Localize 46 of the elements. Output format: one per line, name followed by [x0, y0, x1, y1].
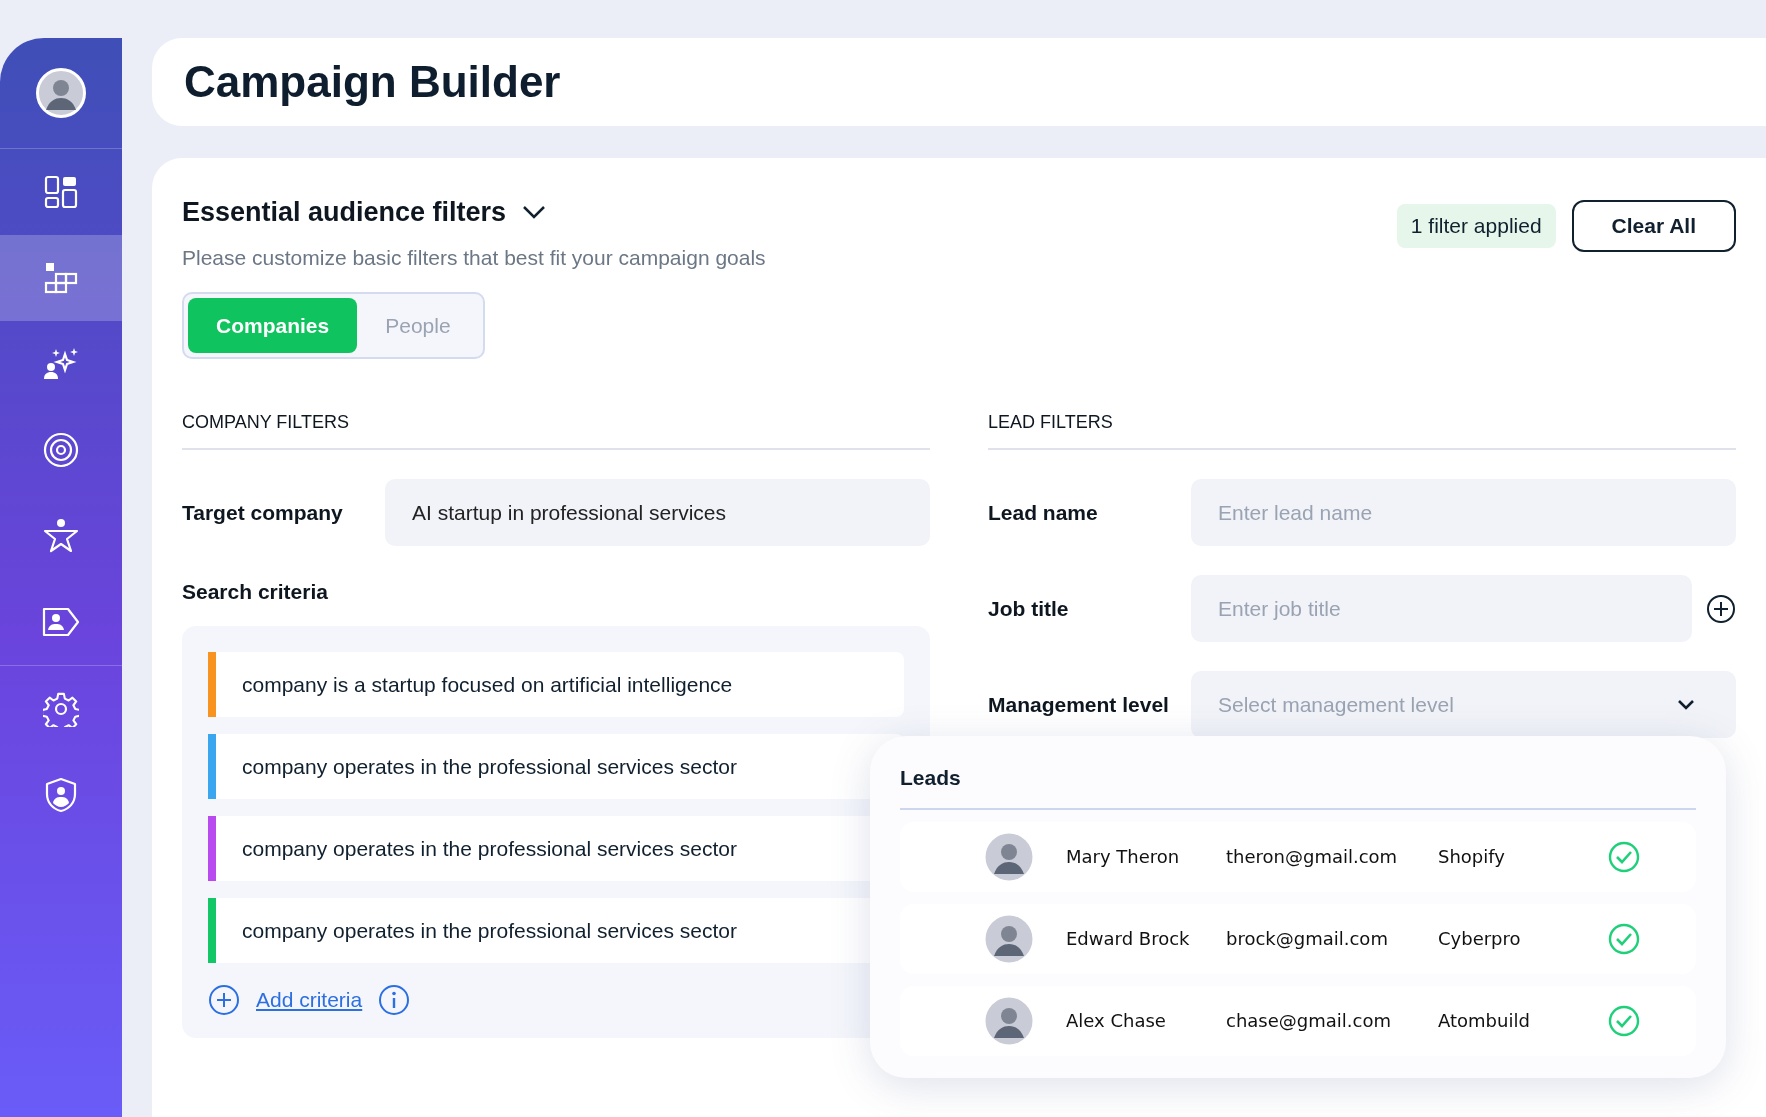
sidebar-item[interactable] [0, 235, 122, 321]
section-title: Essential audience filters [182, 196, 507, 229]
chevron-down-icon[interactable] [522, 205, 547, 220]
section-subtitle: Please customize basic filters that best fit your campaign goals [182, 245, 766, 272]
field-label: Search criteria [182, 579, 329, 606]
lead-name: Alex Chase [1066, 1009, 1167, 1033]
clear-all-button[interactable]: Clear All [1571, 200, 1736, 252]
column-heading: COMPANY FILTERS [182, 409, 930, 451]
segment-tab[interactable]: Companies [188, 297, 358, 354]
dashboard-icon [44, 175, 78, 209]
lead-name: Mary Theron [1066, 845, 1181, 869]
add-icon[interactable] [1706, 593, 1736, 624]
lead-email: brock@gmail.com [1226, 927, 1389, 951]
avatar[interactable] [36, 68, 86, 118]
person-tag-icon [42, 606, 80, 638]
field-label: Lead name [988, 500, 1099, 527]
avatar [984, 831, 1034, 882]
avatar [984, 913, 1034, 964]
text-field[interactable]: Enter job title [1191, 575, 1692, 643]
shield-person-icon [44, 777, 78, 813]
blocks-icon [44, 261, 78, 295]
sparkle-person-icon [43, 346, 79, 382]
field-label: Management level [988, 692, 1170, 719]
text-field[interactable]: Enter lead name [1191, 479, 1736, 547]
select-field[interactable]: Select management level [1191, 671, 1736, 739]
target-icon [43, 432, 79, 468]
chevron-down-icon [1677, 699, 1695, 711]
segment-tab[interactable]: People [357, 297, 479, 354]
target-company-field[interactable]: AI startup in professional services [385, 479, 930, 547]
lead-email: chase@gmail.com [1226, 1009, 1392, 1033]
lead-name: Edward Brock [1066, 927, 1191, 951]
field-label: Target company [182, 500, 344, 527]
settings-icon [43, 691, 79, 727]
field-label: Job title [988, 596, 1070, 623]
column-heading: LEAD FILTERS [988, 409, 1736, 451]
page-title: Campaign Builder [184, 55, 561, 108]
lead-company: Cyberpro [1438, 927, 1522, 951]
criteria-item: company is a startup focused on artificial intelligence [208, 651, 904, 717]
filter-count: 1 filter applied [1396, 204, 1556, 248]
add-criteria-link[interactable]: Add criteria [256, 984, 363, 1016]
lead-company: Atombuild [1438, 1009, 1531, 1033]
avatar [984, 995, 1034, 1046]
star-person-icon [43, 518, 79, 554]
lead-email: theron@gmail.com [1226, 845, 1399, 869]
lead-company: Shopify [1438, 845, 1506, 869]
info-icon[interactable] [378, 983, 411, 1016]
